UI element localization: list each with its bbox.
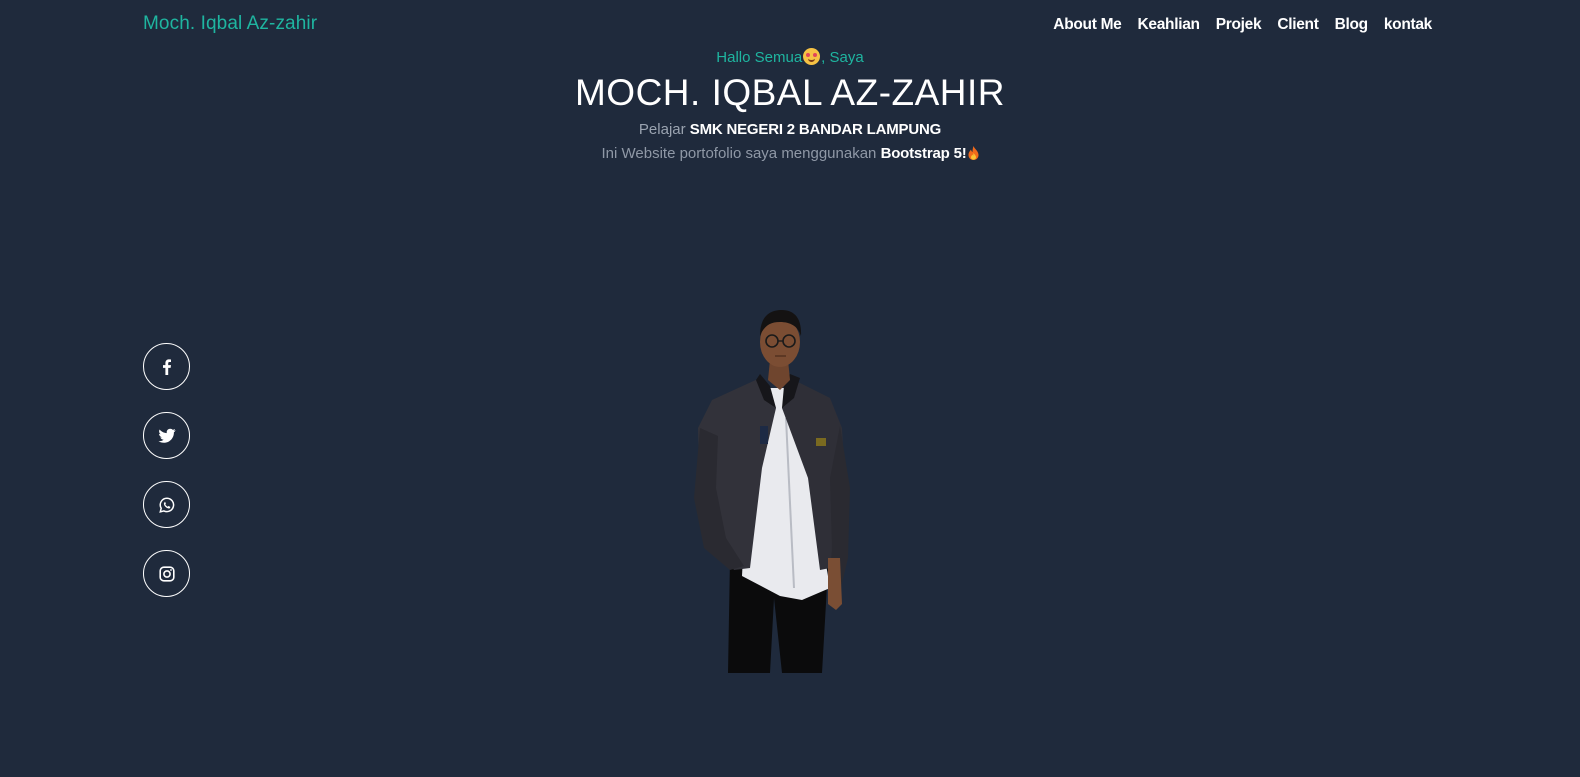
smiling-face-emoji-icon bbox=[803, 48, 821, 65]
main-nav: About Me Keahlian Projek Client Blog kon… bbox=[1037, 16, 1432, 34]
nav-link-blog[interactable]: Blog bbox=[1335, 16, 1369, 34]
school-name: SMK NEGERI 2 BANDAR LAMPUNG bbox=[689, 121, 942, 138]
whatsapp-icon bbox=[158, 496, 174, 513]
whatsapp-button[interactable] bbox=[143, 481, 190, 528]
nav-link-kontak[interactable]: kontak bbox=[1384, 16, 1432, 34]
nav-link-projek[interactable]: Projek bbox=[1216, 16, 1262, 34]
school-prefix: Pelajar bbox=[638, 121, 690, 138]
greeting-suffix: , Saya bbox=[821, 49, 864, 66]
hero-name-title: MOCH. IQBAL AZ-ZAHIR bbox=[574, 72, 1006, 113]
profile-photo bbox=[694, 310, 850, 673]
facebook-icon bbox=[162, 358, 171, 375]
nav-link-keahlian[interactable]: Keahlian bbox=[1138, 16, 1201, 34]
instagram-button[interactable] bbox=[143, 550, 190, 597]
tech-prefix: Ini Website portofolio saya menggunakan bbox=[601, 145, 881, 162]
fire-emoji-icon bbox=[968, 146, 978, 160]
twitter-icon bbox=[158, 428, 175, 443]
tech-name: Bootstrap 5! bbox=[880, 145, 967, 162]
hero-school-line: Pelajar SMK NEGERI 2 BANDAR LAMPUNG bbox=[0, 121, 1580, 138]
nav-link-about-me[interactable]: About Me bbox=[1053, 16, 1122, 34]
hero-greeting: Hallo Semua , Saya bbox=[0, 48, 1580, 66]
twitter-button[interactable] bbox=[143, 412, 190, 459]
hero-tech-line: Ini Website portofolio saya menggunakan … bbox=[0, 145, 1580, 162]
greeting-text: Hallo Semua bbox=[716, 49, 803, 66]
page: Moch. Iqbal Az-zahir About Me Keahlian P… bbox=[0, 0, 1580, 777]
social-links bbox=[143, 343, 190, 619]
nav-link-client[interactable]: Client bbox=[1277, 16, 1319, 34]
facebook-button[interactable] bbox=[143, 343, 190, 390]
navbar-brand[interactable]: Moch. Iqbal Az-zahir bbox=[143, 13, 317, 35]
instagram-icon bbox=[158, 565, 175, 582]
